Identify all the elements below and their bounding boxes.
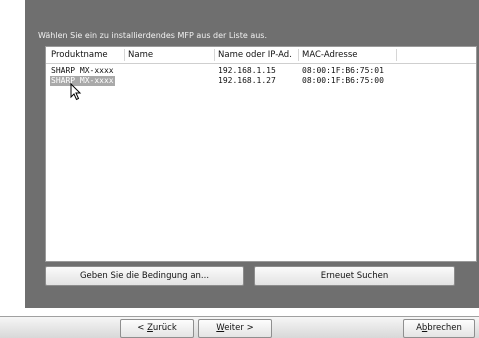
row-ip: 192.168.1.27 (218, 76, 276, 85)
search-again-button[interactable]: Erneuet Suchen (254, 266, 455, 286)
row-mac: 08:00:1F:B6:75:00 (302, 76, 384, 85)
column-header-product[interactable]: Produktname (51, 47, 121, 63)
row-mac: 08:00:1F:B6:75:01 (302, 66, 384, 75)
column-header-name[interactable]: Name (128, 47, 198, 63)
table-row[interactable]: SHARP MX-xxxx 192.168.1.15 08:00:1F:B6:7… (46, 66, 476, 76)
back-button[interactable]: < Zurück (120, 319, 194, 338)
list-header: Produktname Name Name oder IP-Ad... MAC-… (46, 47, 476, 64)
column-separator[interactable] (396, 49, 397, 61)
next-button[interactable]: Weiter > (198, 319, 272, 338)
column-separator[interactable] (124, 49, 125, 61)
column-header-mac[interactable]: MAC-Adresse (302, 47, 402, 63)
row-product: SHARP MX-xxxx (50, 76, 115, 86)
row-ip: 192.168.1.15 (218, 66, 276, 75)
row-product: SHARP MX-xxxx (51, 66, 114, 75)
wizard-footer: < Zurück Weiter > Abbrechen (0, 316, 479, 338)
column-header-ip[interactable]: Name oder IP-Ad... (218, 47, 292, 63)
specify-condition-button[interactable]: Geben Sie die Bedingung an... (45, 266, 244, 286)
cancel-button[interactable]: Abbrechen (403, 319, 475, 338)
dialog-panel: Wählen Sie ein zu installierdendes MFP a… (25, 0, 479, 308)
mouse-pointer-icon (70, 83, 82, 101)
column-separator[interactable] (214, 49, 215, 61)
device-list[interactable]: Produktname Name Name oder IP-Ad... MAC-… (45, 46, 477, 262)
column-separator[interactable] (298, 49, 299, 61)
table-row-selected[interactable]: SHARP MX-xxxx 192.168.1.27 08:00:1F:B6:7… (46, 76, 476, 86)
instruction-text: Wählen Sie ein zu installierdendes MFP a… (38, 31, 268, 40)
